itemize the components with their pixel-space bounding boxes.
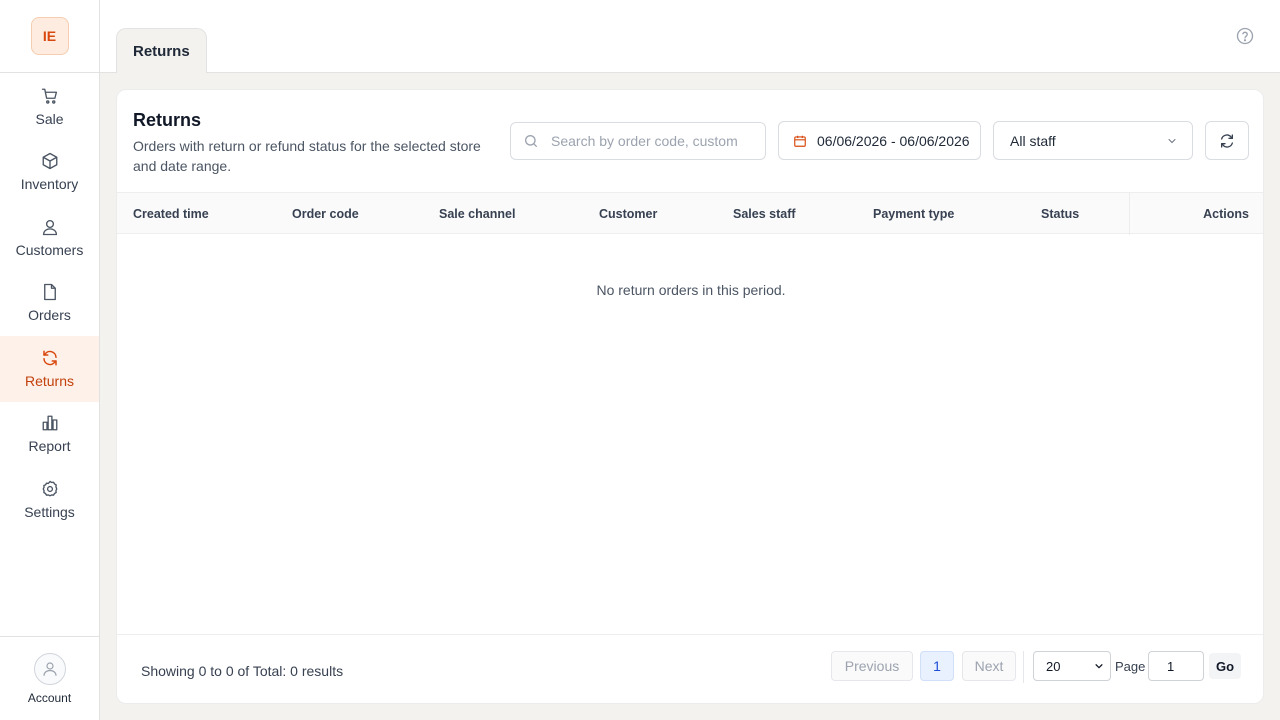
staff-select-value: All staff: [1010, 132, 1056, 149]
user-icon: [42, 219, 57, 235]
staff-select[interactable]: All staff: [993, 121, 1193, 160]
refresh-icon: [42, 350, 57, 366]
sidebar-item-label: Sale: [35, 110, 64, 127]
page-size-select[interactable]: 20: [1033, 651, 1111, 681]
page-size-value: 20: [1046, 658, 1061, 674]
document-icon: [43, 284, 56, 301]
avatar: [33, 652, 66, 685]
page-number-input[interactable]: [1148, 651, 1204, 681]
sidebar-item-label: Inventory: [20, 176, 79, 193]
help-circle-icon[interactable]: [1236, 27, 1254, 45]
sidebar-item-inventory[interactable]: Inventory: [0, 140, 99, 206]
tab-returns[interactable]: Returns: [116, 28, 207, 73]
sidebar-item-label: Orders: [28, 307, 71, 324]
page-button-current[interactable]: 1: [920, 651, 954, 681]
column-header-actions: Actions: [1203, 207, 1249, 221]
account-label: Account: [27, 690, 72, 705]
results-summary: Showing 0 to 0 of Total: 0 results: [141, 663, 344, 679]
empty-state-message: No return orders in this period.: [596, 282, 786, 298]
sidebar-item-report[interactable]: Report: [0, 402, 99, 468]
column-header-order-code[interactable]: Order code: [292, 193, 359, 235]
column-header-payment-type[interactable]: Payment type: [873, 193, 954, 235]
column-header-sale-channel[interactable]: Sale channel: [439, 193, 515, 235]
column-header-status[interactable]: Status: [1041, 193, 1079, 235]
refresh-icon: [1221, 133, 1233, 148]
date-range-picker[interactable]: 06/06/2026 - 06/06/2026: [778, 121, 981, 160]
date-range-value: 06/06/2026 - 06/06/2026: [817, 132, 970, 149]
table-header: Created time Order code Sale channel Cus…: [117, 192, 1263, 235]
previous-page-button[interactable]: Previous: [831, 651, 913, 681]
app-logo[interactable]: IE: [30, 17, 69, 55]
page-subtitle: Orders with return or refund status for …: [133, 138, 481, 174]
user-avatar-icon: [42, 661, 57, 676]
pagination-bar: Showing 0 to 0 of Total: 0 results Previ…: [117, 634, 1263, 703]
column-divider: [1129, 193, 1130, 235]
sidebar-item-label: Report: [28, 438, 71, 455]
chevron-down-icon: [1095, 664, 1103, 669]
column-header-created-time[interactable]: Created time: [133, 193, 209, 235]
chevron-down-icon: [1168, 138, 1176, 143]
calendar-icon: [794, 135, 806, 147]
sidebar-item-settings[interactable]: Settings: [0, 467, 99, 533]
account-button[interactable]: Account: [0, 636, 99, 720]
logo-area: IE: [0, 0, 99, 73]
sidebar-item-label: Customers: [15, 241, 84, 258]
next-page-button[interactable]: Next: [962, 651, 1016, 681]
bar-chart-icon: [42, 415, 57, 431]
box-icon: [42, 153, 57, 170]
column-header-sales-staff[interactable]: Sales staff: [733, 193, 796, 235]
top-bar: Returns: [100, 0, 1280, 73]
cart-icon: [41, 88, 57, 104]
sidebar-item-label: Returns: [24, 372, 75, 389]
search-input[interactable]: [551, 133, 737, 149]
go-button[interactable]: Go: [1209, 653, 1241, 679]
page-label: Page: [1115, 659, 1146, 674]
pagination-divider: [1023, 651, 1024, 683]
sidebar-item-label: Settings: [24, 503, 75, 520]
sidebar-nav: Sale Inventory Customers Orders Returns …: [0, 74, 99, 533]
sidebar-item-sale[interactable]: Sale: [0, 74, 99, 140]
sidebar-item-customers[interactable]: Customers: [0, 205, 99, 271]
returns-card: Returns Orders with return or refund sta…: [116, 89, 1264, 704]
search-icon: [525, 135, 537, 147]
page-title: Returns: [133, 110, 202, 130]
sidebar: IE Sale Inventory Customers Orders Retur…: [0, 0, 100, 720]
search-box[interactable]: [510, 122, 766, 160]
column-header-customer[interactable]: Customer: [599, 193, 657, 235]
sidebar-item-orders[interactable]: Orders: [0, 271, 99, 337]
refresh-button[interactable]: [1205, 121, 1249, 160]
sidebar-item-returns[interactable]: Returns: [0, 336, 99, 402]
gear-icon: [42, 480, 57, 497]
